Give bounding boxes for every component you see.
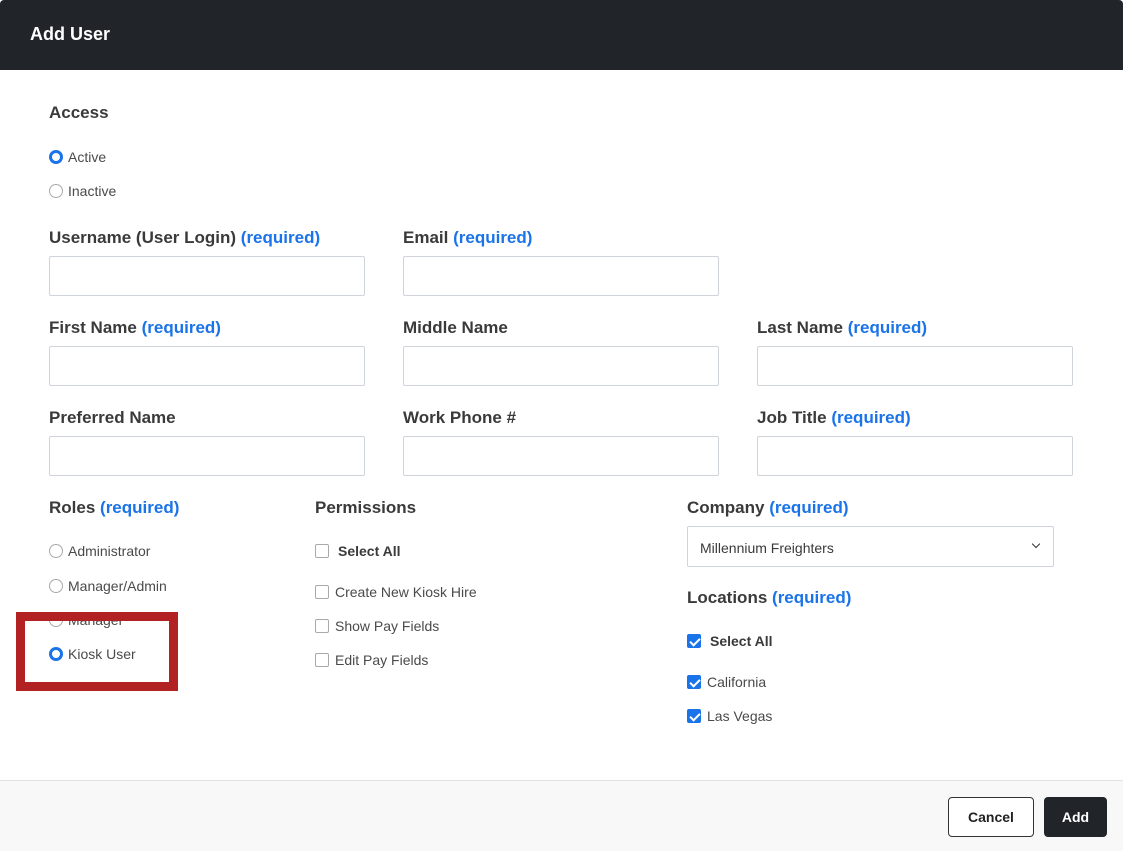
checkbox-unchecked-icon xyxy=(315,544,329,558)
checkbox-unchecked-icon xyxy=(315,619,329,633)
role-manager-admin-radio[interactable]: Manager/Admin xyxy=(49,578,167,594)
locations-label: Locations (required) xyxy=(687,588,852,607)
username-label: Username (User Login) (required) xyxy=(49,228,321,247)
permission-create-kiosk-hire-label: Create New Kiosk Hire xyxy=(335,584,477,600)
permissions-select-all-label: Select All xyxy=(338,543,401,559)
permission-edit-pay-fields-label: Edit Pay Fields xyxy=(335,652,429,668)
role-manager-admin-label: Manager/Admin xyxy=(68,578,167,594)
add-button[interactable]: Add xyxy=(1044,797,1107,837)
modal-header: Add User xyxy=(0,0,1123,70)
location-las-vegas-checkbox[interactable]: Las Vegas xyxy=(687,708,772,724)
locations-select-all-label: Select All xyxy=(710,633,773,649)
preferred-name-label: Preferred Name xyxy=(49,408,176,427)
checkbox-unchecked-icon xyxy=(315,653,329,667)
checkbox-checked-icon xyxy=(687,709,701,723)
access-active-radio[interactable]: Active xyxy=(49,149,106,165)
radio-unchecked-icon xyxy=(49,184,63,198)
work-phone-label: Work Phone # xyxy=(403,408,517,427)
access-inactive-label: Inactive xyxy=(68,183,117,199)
radio-unchecked-icon xyxy=(49,544,63,558)
role-administrator-radio[interactable]: Administrator xyxy=(49,543,150,559)
last-name-input[interactable] xyxy=(757,346,1073,386)
cancel-button[interactable]: Cancel xyxy=(948,797,1034,837)
last-name-label: Last Name (required) xyxy=(757,318,928,337)
work-phone-input[interactable] xyxy=(403,436,719,476)
radio-unchecked-icon xyxy=(49,579,63,593)
permission-edit-pay-fields-checkbox[interactable]: Edit Pay Fields xyxy=(315,652,428,668)
access-active-label: Active xyxy=(68,149,107,165)
role-administrator-label: Administrator xyxy=(68,543,151,559)
permissions-select-all-checkbox[interactable]: Select All xyxy=(315,543,401,559)
location-california-checkbox[interactable]: California xyxy=(687,674,766,690)
company-selected-value: Millennium Freighters xyxy=(700,540,834,556)
permission-show-pay-fields-checkbox[interactable]: Show Pay Fields xyxy=(315,618,439,634)
annotation-highlight-box xyxy=(16,612,178,691)
location-california-label: California xyxy=(707,674,767,690)
permissions-label: Permissions xyxy=(315,498,417,517)
first-name-label: First Name (required) xyxy=(49,318,221,337)
access-label: Access xyxy=(49,103,109,122)
job-title-label: Job Title (required) xyxy=(757,408,911,427)
checkbox-unchecked-icon xyxy=(315,585,329,599)
username-input[interactable] xyxy=(49,256,365,296)
job-title-input[interactable] xyxy=(757,436,1073,476)
preferred-name-input[interactable] xyxy=(49,436,365,476)
modal-footer: Cancel Add xyxy=(0,780,1123,851)
permission-show-pay-fields-label: Show Pay Fields xyxy=(335,618,440,634)
middle-name-label: Middle Name xyxy=(403,318,508,337)
location-las-vegas-label: Las Vegas xyxy=(707,708,773,724)
checkbox-checked-icon xyxy=(687,675,701,689)
middle-name-input[interactable] xyxy=(403,346,719,386)
first-name-input[interactable] xyxy=(49,346,365,386)
company-select[interactable]: Millennium Freighters xyxy=(687,526,1054,567)
locations-select-all-checkbox[interactable]: Select All xyxy=(687,633,773,649)
email-label: Email (required) xyxy=(403,228,533,247)
email-input[interactable] xyxy=(403,256,719,296)
roles-label: Roles (required) xyxy=(49,498,180,517)
radio-checked-icon xyxy=(49,150,63,164)
checkbox-checked-icon xyxy=(687,634,701,648)
modal-title: Add User xyxy=(30,24,111,44)
chevron-down-icon xyxy=(1031,539,1041,549)
company-label: Company (required) xyxy=(687,498,849,517)
access-inactive-radio[interactable]: Inactive xyxy=(49,183,116,199)
permission-create-kiosk-hire-checkbox[interactable]: Create New Kiosk Hire xyxy=(315,584,477,600)
